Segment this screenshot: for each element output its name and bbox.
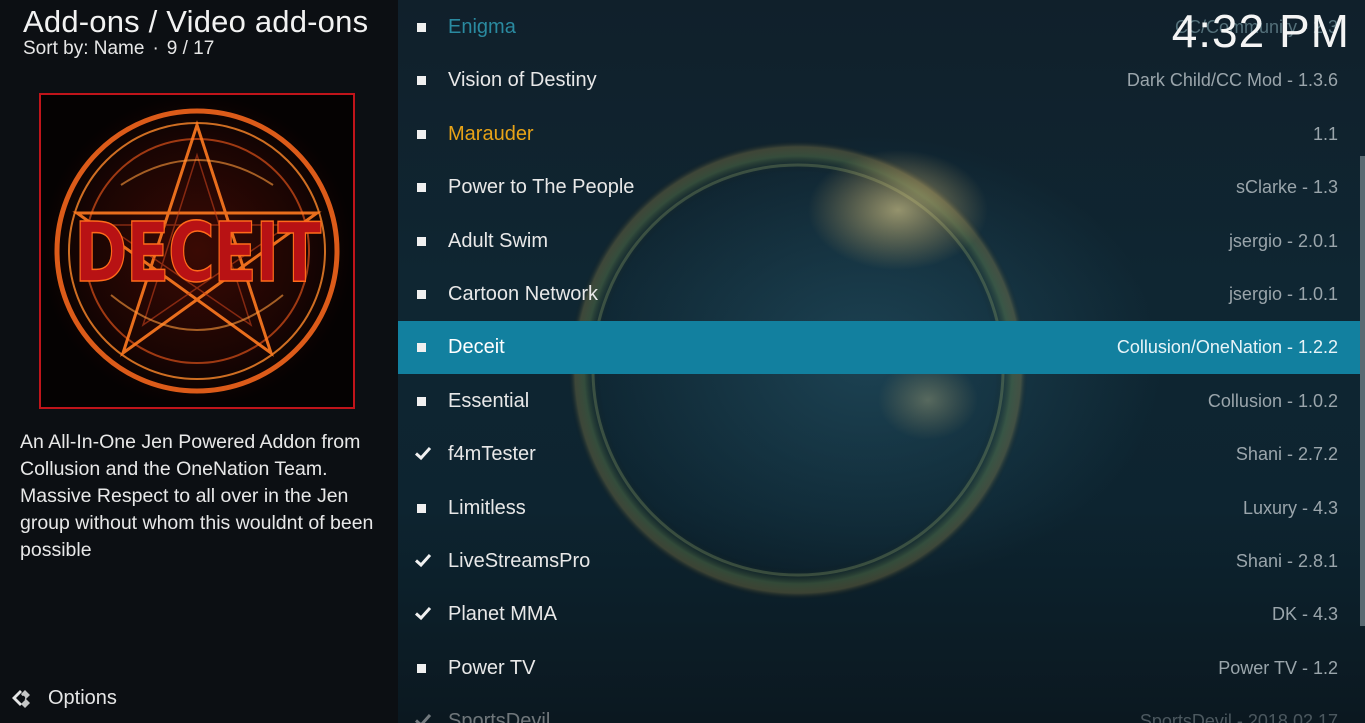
addon-version: Collusion/OneNation - 1.2.2 [1116,337,1338,358]
addon-name: Adult Swim [448,229,549,252]
bullet-icon [417,236,426,246]
installed-check-icon [414,447,432,461]
addon-version: Luxury - 4.3 [1242,497,1338,518]
addon-row[interactable]: Marauder 1.1 [398,108,1360,161]
bullet-icon [417,129,426,139]
addon-row[interactable]: Vision of Destiny Dark Child/CC Mod - 1.3… [398,54,1360,107]
addon-name: Marauder [448,122,534,145]
addon-row[interactable]: Essential Collusion - 1.0.2 [398,375,1360,428]
clock: 4:32 PM [1171,5,1350,57]
addon-name: Power TV [448,656,536,679]
addon-version: Shani - 2.8.1 [1235,551,1338,571]
separator: · [152,38,159,59]
addon-version: Power TV - 1.2 [1218,657,1338,678]
bullet-icon [417,503,426,513]
addon-row[interactable]: f4mTester Shani - 2.7.2 [398,428,1360,481]
thumbnail-text: DECEIT [74,206,324,302]
addon-name: Enigma [448,16,516,38]
addon-name: Essential [448,389,530,412]
list-scrollbar[interactable] [1360,156,1365,626]
installed-check-icon [414,607,432,621]
options-label: Options [48,686,117,709]
bullet-icon [417,343,426,353]
info-panel: Add-ons / Video add-ons Sort by: Name · 9 … [0,0,398,723]
bullet-icon [417,290,426,299]
addon-row[interactable]: Planet MMA DK - 4.3 [398,588,1360,641]
addon-name: LiveStreamsPro [448,550,591,572]
addon-version: Shani - 2.7.2 [1235,444,1338,465]
options-button[interactable]: Options [8,684,117,712]
addon-version: SportsDevil - 2018.02.17 [1139,711,1338,723]
addon-row[interactable]: LiveStreamsPro Shani - 2.8.1 [398,535,1360,588]
addon-name: Limitless [448,496,526,519]
bullet-icon [417,396,426,406]
addon-row[interactable]: Adult Swim jsergio - 2.0.1 [398,215,1360,268]
addon-row[interactable]: Power TV Power TV - 1.2 [398,642,1360,695]
addon-name: SportsDevil [448,710,551,723]
kodi-addon-browser: Add-ons / Video add-ons Sort by: Name · 9 … [0,0,1365,723]
addon-name: Planet MMA [448,603,557,626]
addon-name: Cartoon Network [448,283,599,305]
bullet-icon [417,183,426,193]
addon-version: Collusion - 1.0.2 [1207,390,1338,411]
svg-text:DECEIT: DECEIT [74,206,321,301]
page-title: Add-ons / Video add-ons [23,4,369,39]
addon-description: An All-In-One Jen Powered Addon from Col… [20,431,374,561]
addon-version: jsergio - 2.0.1 [1228,230,1338,251]
addon-row[interactable]: SportsDevil SportsDevil - 2018.02.17 [398,695,1360,723]
addon-version: jsergio - 1.0.1 [1228,284,1338,304]
bullet-icon [417,76,426,86]
addon-name: f4mTester [448,443,536,466]
bullet-icon [417,663,426,673]
addon-row[interactable]: Power to The People sClarke - 1.3 [398,161,1360,214]
addon-row[interactable]: Deceit Collusion/OneNation - 1.2.2 [398,321,1360,375]
addon-name: Power to The People [448,176,635,199]
addon-name: Vision of Destiny [448,69,597,92]
bullet-icon [417,23,426,32]
addon-version: Dark Child/CC Mod - 1.3.6 [1126,70,1338,91]
addon-thumbnail: DECEIT [39,93,355,409]
addon-list-panel: Enigma CC/Community - 2.3 Vision of Destin… [398,0,1365,723]
addon-row[interactable]: Cartoon Network jsergio - 1.0.1 [398,268,1360,321]
installed-check-icon [414,714,432,723]
sort-info: Sort by: Name · 9 / 17 [23,38,214,60]
item-position: 9 / 17 [166,38,215,59]
addon-version: 1.1 [1312,123,1338,144]
installed-check-icon [414,553,432,568]
addon-row[interactable]: Limitless Luxury - 4.3 [398,482,1360,535]
sort-label[interactable]: Sort by: Name [23,38,144,59]
addon-version: DK - 4.3 [1271,604,1338,625]
addon-name: Deceit [448,336,505,359]
addon-version: sClarke - 1.3 [1235,177,1338,198]
options-icon [12,690,30,708]
